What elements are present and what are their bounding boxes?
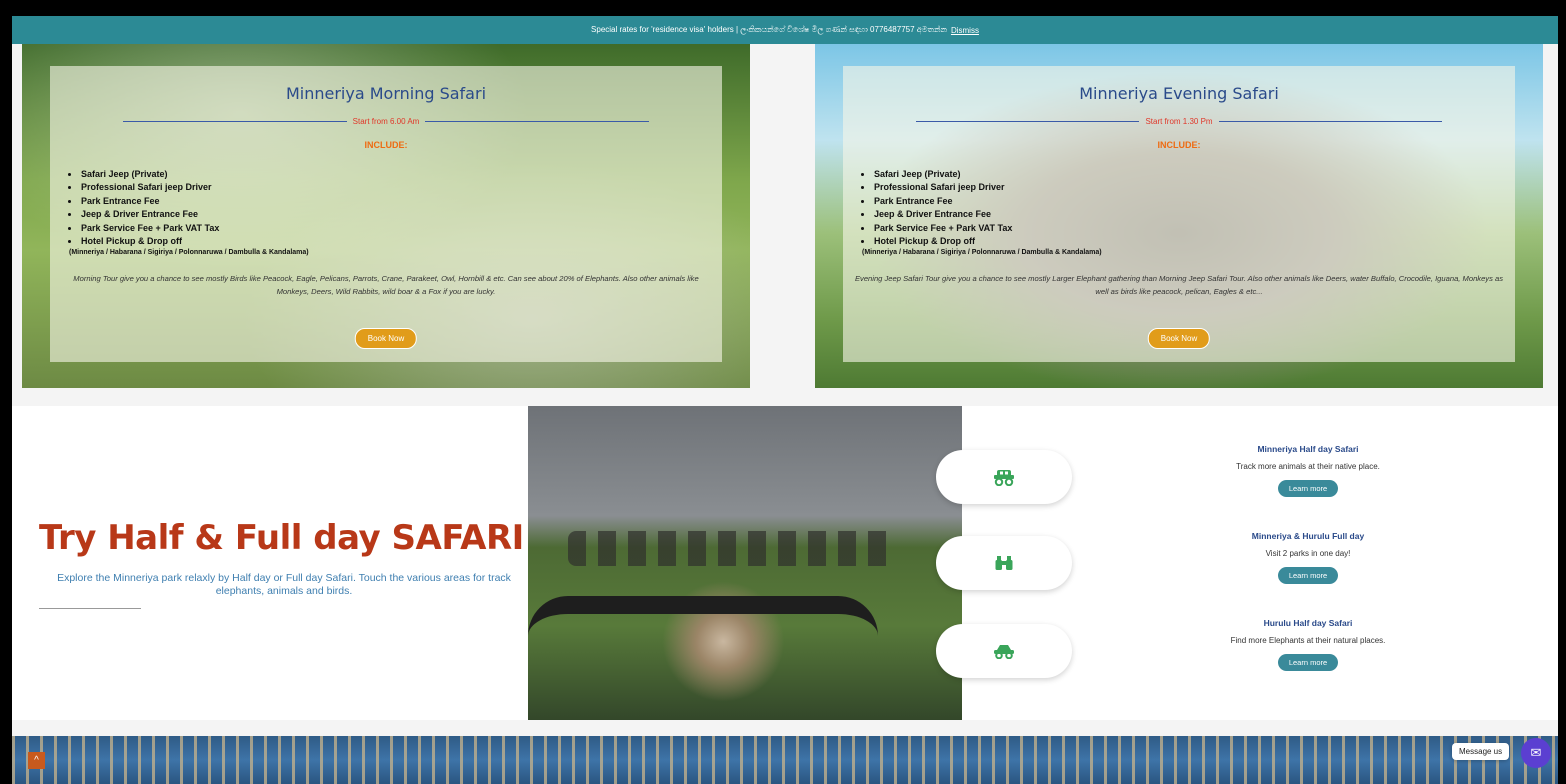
car-icon-svg (994, 645, 1014, 659)
offer-title: Hurulu Half day Safari (1263, 618, 1353, 628)
card-title: Minneriya Evening Safari (1079, 84, 1279, 103)
offer-half-day-minneriya: Minneriya Half day Safari Track more ani… (1212, 444, 1404, 497)
include-label: INCLUDE: (1157, 140, 1201, 150)
hotel-cities: (Minneriya / Habarana / Sigiriya / Polon… (862, 249, 1102, 257)
divider (123, 121, 347, 122)
notice-bar: Special rates for 'residence visa' holde… (12, 16, 1558, 44)
offer-subtitle: Track more animals at their native place… (1236, 462, 1380, 471)
elephant-herd (568, 531, 898, 566)
jeep-icon-svg (994, 470, 1014, 486)
morning-safari-card: Minneriya Morning Safari Start from 6.00… (22, 44, 750, 388)
include-list: Safari Jeep (Private) Professional Safar… (861, 168, 1515, 248)
divider (916, 121, 1140, 122)
evening-safari-panel: Minneriya Evening Safari Start from 1.30… (843, 66, 1515, 362)
start-time: Start from 1.30 Pm (1145, 117, 1213, 126)
list-item: Professional Safari jeep Driver (68, 181, 722, 194)
divider (39, 608, 141, 609)
dismiss-link[interactable]: Dismiss (951, 26, 979, 35)
start-time-row: Start from 1.30 Pm (916, 117, 1443, 126)
divider (425, 121, 650, 122)
book-now-button[interactable]: Book Now (1147, 328, 1211, 349)
list-item: Safari Jeep (Private) (68, 168, 722, 181)
learn-more-button[interactable]: Learn more (1277, 480, 1339, 497)
morning-safari-panel: Minneriya Morning Safari Start from 6.00… (50, 66, 722, 362)
card-description: Evening Jeep Safari Tour give you a chan… (854, 274, 1504, 297)
jeep-safari-photo (528, 406, 962, 720)
book-now-button[interactable]: Book Now (354, 328, 418, 349)
learn-more-button[interactable]: Learn more (1277, 567, 1339, 584)
half-full-day-section: Try Half & Full day SAFARI Explore the M… (12, 406, 1558, 720)
car-icon[interactable] (936, 624, 1072, 678)
jeep-rail (528, 596, 878, 720)
card-title: Minneriya Morning Safari (285, 84, 487, 103)
include-list: Safari Jeep (Private) Professional Safar… (68, 168, 722, 248)
offer-title: Minneriya Half day Safari (1257, 444, 1359, 454)
lake-banner (12, 736, 1558, 784)
offer-full-day: Minneriya & Hurulu Full day Visit 2 park… (1212, 531, 1404, 584)
scroll-to-top-button[interactable]: ^ (28, 752, 45, 769)
list-item: Safari Jeep (Private) (861, 168, 1515, 181)
list-item: Hotel Pickup & Drop off (68, 235, 722, 248)
start-time: Start from 6.00 Am (352, 117, 420, 126)
page-frame: Special rates for 'residence visa' holde… (12, 16, 1558, 784)
list-item: Jeep & Driver Entrance Fee (861, 208, 1515, 221)
start-time-row: Start from 6.00 Am (123, 117, 650, 126)
evening-safari-card: Minneriya Evening Safari Start from 1.30… (815, 44, 1543, 388)
offer-subtitle: Visit 2 parks in one day! (1265, 549, 1351, 558)
hotel-cities: (Minneriya / Habarana / Sigiriya / Polon… (69, 249, 309, 257)
chat-icon[interactable]: ✉ (1521, 738, 1551, 768)
list-item: Jeep & Driver Entrance Fee (68, 208, 722, 221)
list-item: Park Entrance Fee (861, 195, 1515, 208)
list-item: Hotel Pickup & Drop off (861, 235, 1515, 248)
binoculars-icon-svg (995, 556, 1013, 570)
message-us-label[interactable]: Message us (1452, 743, 1510, 760)
divider (1218, 121, 1443, 122)
offer-half-day-hurulu: Hurulu Half day Safari Find more Elephan… (1212, 618, 1404, 671)
card-description: Morning Tour give you a chance to see mo… (73, 274, 699, 297)
offer-subtitle: Find more Elephants at their natural pla… (1230, 636, 1386, 645)
list-item: Park Service Fee + Park VAT Tax (68, 222, 722, 235)
section-description: Explore the Minneriya park relaxly by Ha… (57, 572, 511, 597)
include-label: INCLUDE: (364, 140, 408, 150)
jeep-icon[interactable] (936, 450, 1072, 504)
binoculars-icon[interactable] (936, 536, 1072, 590)
notice-text: Special rates for 'residence visa' holde… (591, 25, 947, 34)
list-item: Park Service Fee + Park VAT Tax (861, 222, 1515, 235)
list-item: Professional Safari jeep Driver (861, 181, 1515, 194)
list-item: Park Entrance Fee (68, 195, 722, 208)
learn-more-button[interactable]: Learn more (1277, 654, 1339, 671)
section-heading: Try Half & Full day SAFARI (39, 518, 524, 558)
offer-title: Minneriya & Hurulu Full day (1251, 531, 1365, 541)
